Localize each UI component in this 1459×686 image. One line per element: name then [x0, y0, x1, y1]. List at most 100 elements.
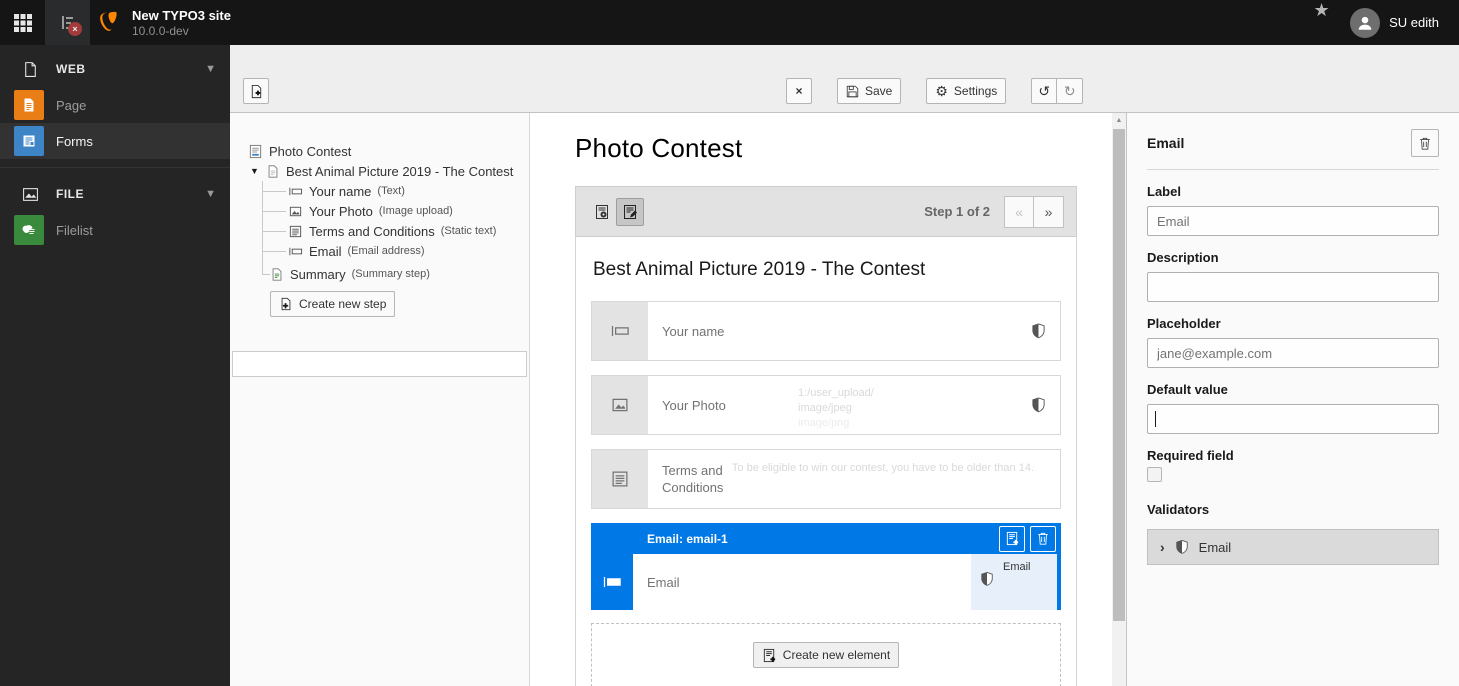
tree-item-email[interactable]: Email (Email address)	[288, 241, 425, 261]
form-icon	[248, 144, 263, 159]
label-input[interactable]	[1147, 206, 1439, 236]
page-module-icon	[14, 90, 44, 120]
web-group-icon	[14, 61, 46, 78]
scroll-up-arrow-icon[interactable]: ▲	[1112, 113, 1126, 128]
scrollbar-thumb[interactable]	[1113, 129, 1125, 621]
file-group-icon	[14, 186, 46, 203]
form-editor: Step 1 of 2 « » Best Animal Picture 2019…	[575, 186, 1077, 686]
tree-item-type: (Static text)	[441, 225, 497, 237]
pagetree-toggle-button[interactable]: ×	[45, 0, 90, 45]
form-element-your-name[interactable]: Your name	[591, 301, 1061, 361]
tree-line	[262, 231, 286, 232]
new-form-button[interactable]	[243, 78, 269, 104]
static-text-icon	[288, 224, 303, 239]
tree-item-form-root[interactable]: Photo Contest	[248, 141, 351, 161]
inspector-delete-button[interactable]	[1411, 129, 1439, 157]
save-label: Save	[865, 84, 892, 98]
next-step-button[interactable]: »	[1034, 196, 1064, 228]
element-label: Email	[647, 575, 680, 590]
placeholder-input[interactable]	[1147, 338, 1439, 368]
tree-line	[262, 274, 270, 275]
tree-item-label: Your Photo	[309, 204, 373, 219]
save-icon	[846, 85, 859, 98]
form-preview-body: Best Animal Picture 2019 - The Contest Y…	[575, 237, 1077, 686]
sidebar-item-page[interactable]: Page	[0, 87, 230, 123]
sidebar-item-forms[interactable]: Forms	[0, 123, 230, 159]
typo3-logo-icon	[94, 8, 124, 38]
delete-element-button[interactable]	[1030, 526, 1056, 552]
tree-item-type: (Email address)	[348, 245, 425, 257]
image-upload-icon	[288, 204, 303, 219]
sidebar-item-forms-label: Forms	[56, 134, 93, 149]
image-upload-icon	[592, 376, 648, 434]
stage-scrollbar[interactable]: ▲	[1112, 113, 1126, 686]
create-new-step-button[interactable]: Create new step	[270, 291, 395, 317]
collapse-caret-icon[interactable]: ▼	[250, 166, 260, 176]
chevron-down-icon: ▼	[205, 188, 216, 200]
validator-item-label: Email	[1199, 540, 1232, 555]
brand[interactable]: New TYPO3 site 10.0.0-dev	[90, 0, 245, 45]
tree-item-label: Email	[309, 244, 342, 259]
form-element-terms[interactable]: Terms and Conditions To be eligible to w…	[591, 449, 1061, 509]
tree-item-your-photo[interactable]: Your Photo (Image upload)	[288, 201, 453, 221]
tree-item-label: Your name	[309, 184, 371, 199]
validator-email-collapsible[interactable]: › Email	[1147, 529, 1439, 565]
text-field-icon	[288, 244, 303, 259]
save-button[interactable]: Save	[837, 78, 901, 104]
description-input[interactable]	[1147, 272, 1439, 302]
create-new-step-label: Create new step	[299, 297, 386, 311]
sidebar-item-filelist[interactable]: Filelist	[0, 212, 230, 248]
bookmark-star-icon[interactable]: ★	[1299, 0, 1344, 45]
tree-item-step[interactable]: ▼ Best Animal Picture 2019 - The Contest	[250, 161, 513, 181]
module-group-web-label: WEB	[56, 62, 205, 76]
form-element-email-selected[interactable]: Email: email-1 Email	[591, 523, 1061, 610]
tree-item-summary[interactable]: Summary (Summary step)	[270, 264, 430, 284]
tree-item-your-name[interactable]: Your name (Text)	[288, 181, 405, 201]
module-group-web[interactable]: WEB ▼	[0, 51, 230, 87]
create-new-element-button[interactable]: Create new element	[753, 642, 899, 668]
previous-step-button[interactable]: «	[1004, 196, 1034, 228]
redo-button[interactable]: ↻	[1057, 78, 1083, 104]
chevron-down-icon: ▼	[205, 63, 216, 75]
static-text-icon	[592, 450, 648, 508]
form-element-your-photo[interactable]: Your Photo 1:/user_upload/ image/jpeg im…	[591, 375, 1061, 435]
tree-line	[262, 191, 286, 192]
topbar-spacer	[245, 0, 1299, 45]
tree-selected-highlight	[232, 351, 527, 377]
validators-heading: Validators	[1147, 502, 1439, 517]
user-menu[interactable]: SU edith	[1344, 0, 1459, 45]
undo-button[interactable]: ↺	[1031, 78, 1057, 104]
edit-mode-button[interactable]	[616, 198, 644, 226]
form-name-title: Photo Contest	[575, 133, 742, 164]
text-field-icon	[592, 302, 648, 360]
tree-item-type: (Text)	[377, 185, 405, 197]
settings-label: Settings	[954, 84, 997, 98]
modules-grid-button[interactable]	[0, 0, 45, 45]
validator-shield-icon	[1175, 539, 1189, 555]
label-field-label: Label	[1147, 184, 1439, 199]
text-field-icon	[288, 184, 303, 199]
validator-name: Email	[1003, 561, 1031, 573]
close-button[interactable]: ×	[786, 78, 812, 104]
avatar	[1350, 8, 1380, 38]
typo3-version: 10.0.0-dev	[132, 24, 231, 38]
tree-item-label: Best Animal Picture 2019 - The Contest	[286, 164, 513, 179]
text-field-icon	[591, 554, 633, 610]
gear-icon: ⚙	[935, 84, 948, 98]
element-label: Your name	[662, 324, 724, 339]
username: SU edith	[1389, 15, 1439, 30]
docheader: × Save ⚙ Settings ↺ ↻	[230, 45, 1459, 113]
preview-mode-button[interactable]	[588, 198, 616, 226]
tree-item-terms[interactable]: Terms and Conditions (Static text)	[288, 221, 496, 241]
required-checkbox[interactable]	[1147, 467, 1162, 482]
new-page-icon	[279, 297, 293, 311]
inspector-panel: Email Label Description Placeholder Defa…	[1126, 113, 1459, 686]
default-value-input[interactable]	[1147, 404, 1439, 434]
placeholder-field-label: Placeholder	[1147, 316, 1439, 331]
module-group-file[interactable]: FILE ▼	[0, 176, 230, 212]
create-new-element-label: Create new element	[783, 648, 890, 662]
step-indicator: Step 1 of 2	[924, 204, 990, 219]
new-element-after-button[interactable]	[999, 526, 1025, 552]
tree-item-label: Photo Contest	[269, 144, 351, 159]
settings-button[interactable]: ⚙ Settings	[926, 78, 1006, 104]
